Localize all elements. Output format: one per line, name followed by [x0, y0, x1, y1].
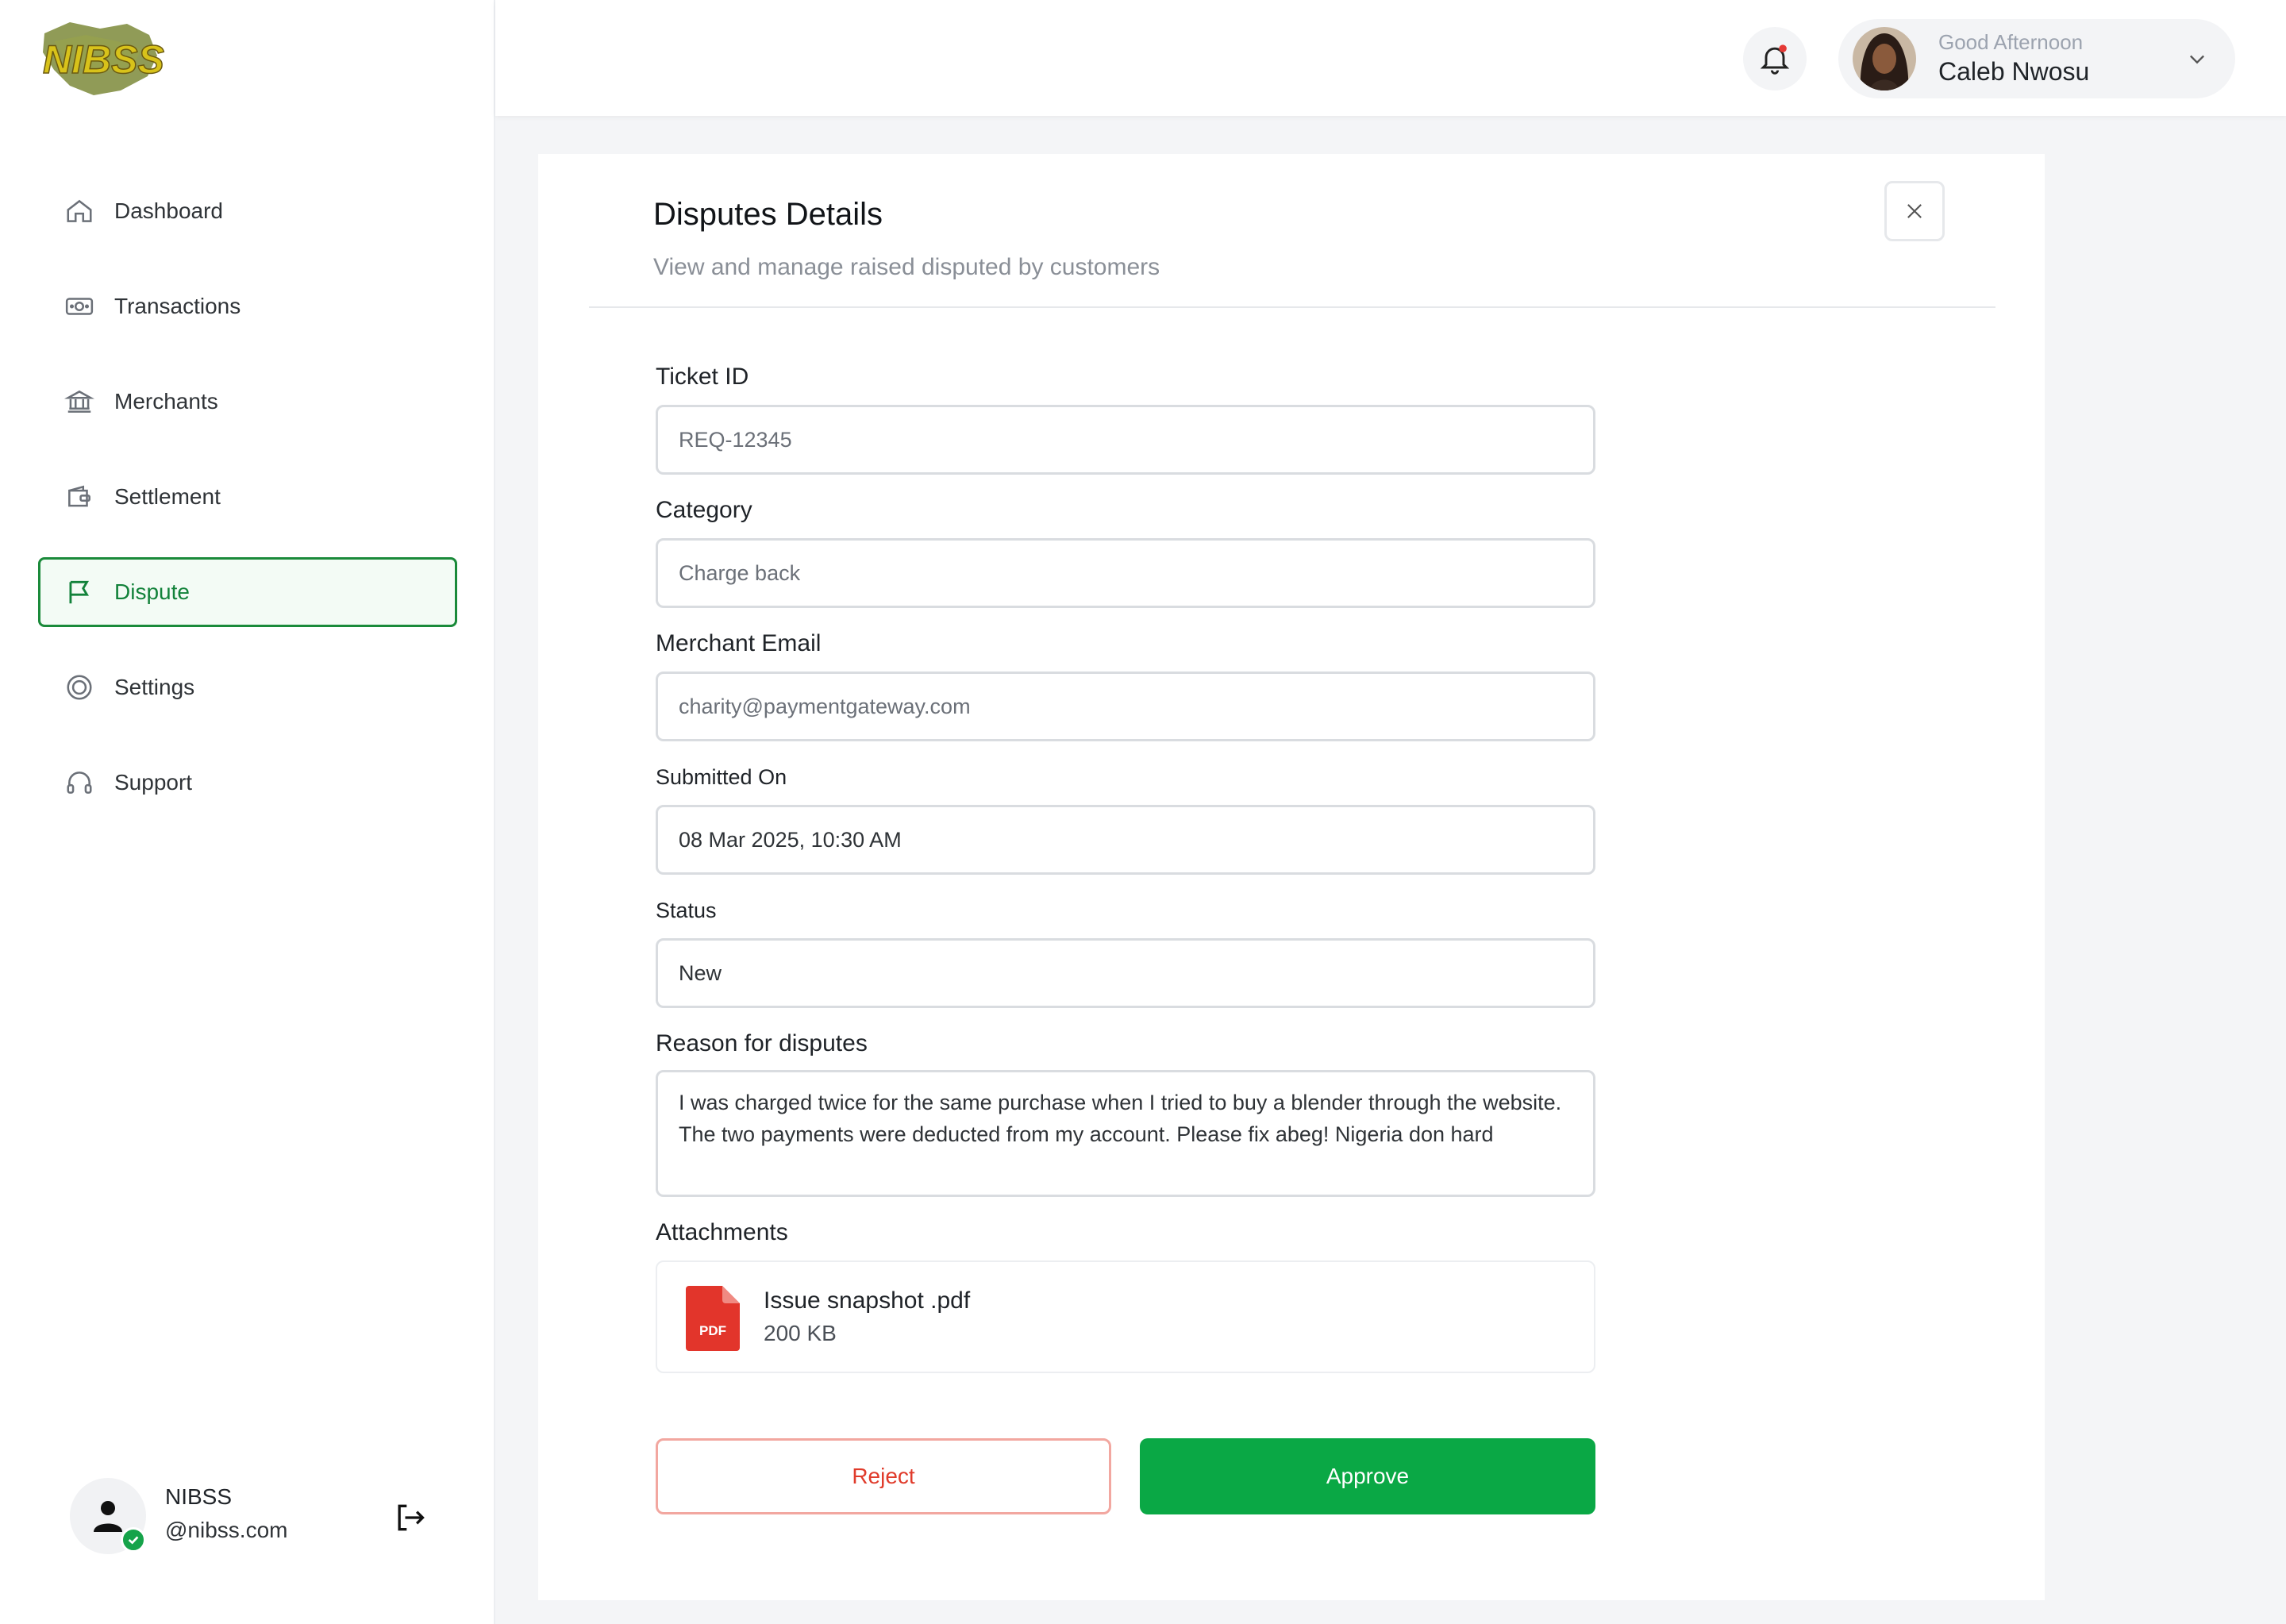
sidebar-item-settlement[interactable]: Settlement [38, 462, 457, 532]
sidebar-profile: NIBSS @nibss.com [70, 1478, 435, 1554]
verified-check-icon [121, 1527, 146, 1553]
attachment-file-size: 200 KB [764, 1321, 837, 1345]
page-subtitle: View and manage raised disputed by custo… [653, 254, 1160, 280]
headset-icon [64, 767, 95, 799]
sidebar-item-label: Settlement [114, 484, 221, 509]
home-icon [64, 195, 95, 227]
sidebar-item-label: Settings [114, 675, 195, 699]
dispute-details-panel: Disputes Details View and manage raised … [538, 154, 2045, 1600]
attachments-label: Attachments [656, 1219, 788, 1245]
chevron-down-icon[interactable] [2186, 48, 2208, 70]
merchant-email-label: Merchant Email [656, 630, 822, 656]
attachment-item[interactable]: PDF Issue snapshot .pdf 200 KB [656, 1260, 1595, 1373]
nibss-logo[interactable]: NIBSS [38, 17, 189, 100]
sidebar-item-label: Transactions [114, 294, 241, 318]
ticket-id-label: Ticket ID [656, 364, 749, 390]
close-icon [1907, 204, 1922, 218]
divider [589, 306, 1995, 308]
flag-icon [64, 576, 95, 608]
attachment-file-name: Issue snapshot .pdf [764, 1287, 971, 1314]
status-label: Status [656, 899, 717, 922]
category-label: Category [656, 497, 752, 523]
greeting-text: Good Afternoon [1938, 30, 2084, 54]
submitted-on-field[interactable]: 08 Mar 2025, 10:30 AM [656, 805, 1595, 875]
approve-button[interactable]: Approve [1140, 1438, 1595, 1514]
profile-name: NIBSS [165, 1484, 233, 1509]
submitted-on-label: Submitted On [656, 765, 787, 789]
sidebar-item-label: Merchants [114, 389, 218, 414]
reason-label: Reason for disputes [656, 1030, 868, 1056]
sidebar-item-support[interactable]: Support [38, 748, 457, 818]
status-field[interactable]: New [656, 938, 1595, 1008]
sidebar-item-transactions[interactable]: Transactions [38, 271, 457, 341]
sidebar-item-settings[interactable]: Settings [38, 652, 457, 722]
notification-bell-icon[interactable] [1743, 27, 1807, 90]
page-title: Disputes Details [653, 197, 883, 232]
topbar: Good Afternoon Caleb Nwosu [495, 0, 2286, 116]
sidebar-item-dispute[interactable]: Dispute [38, 557, 457, 627]
gear-icon [64, 672, 95, 703]
logout-icon[interactable] [392, 1500, 427, 1535]
reason-textarea[interactable]: I was charged twice for the same purchas… [656, 1070, 1595, 1197]
ticket-id-field[interactable]: REQ-12345 [656, 405, 1595, 475]
sidebar-nav: Dashboard Transactions Merchants Settlem… [38, 176, 457, 843]
sidebar-item-label: Dispute [114, 579, 190, 604]
user-icon [94, 1501, 122, 1532]
logo-text: NIBSS [43, 37, 164, 82]
merchant-email-field[interactable]: charity@paymentgateway.com [656, 672, 1595, 741]
money-icon [64, 291, 95, 322]
pdf-file-icon: PDF [686, 1286, 740, 1351]
reject-button[interactable]: Reject [656, 1438, 1111, 1514]
sidebar-item-dashboard[interactable]: Dashboard [38, 176, 457, 246]
user-avatar [1853, 27, 1916, 90]
sidebar-item-merchants[interactable]: Merchants [38, 367, 457, 437]
bank-icon [64, 386, 95, 418]
user-menu[interactable]: Good Afternoon Caleb Nwosu [1838, 19, 2235, 98]
wallet-icon [64, 481, 95, 513]
sidebar: NIBSS Dashboard Transactions Merchants S… [0, 0, 495, 1624]
close-button[interactable] [1884, 181, 1945, 241]
svg-text:PDF: PDF [699, 1323, 726, 1338]
sidebar-item-label: Support [114, 770, 193, 795]
category-field[interactable]: Charge back [656, 538, 1595, 608]
profile-email: @nibss.com [165, 1518, 288, 1542]
sidebar-item-label: Dashboard [114, 198, 223, 223]
user-name: Caleb Nwosu [1938, 57, 2090, 86]
